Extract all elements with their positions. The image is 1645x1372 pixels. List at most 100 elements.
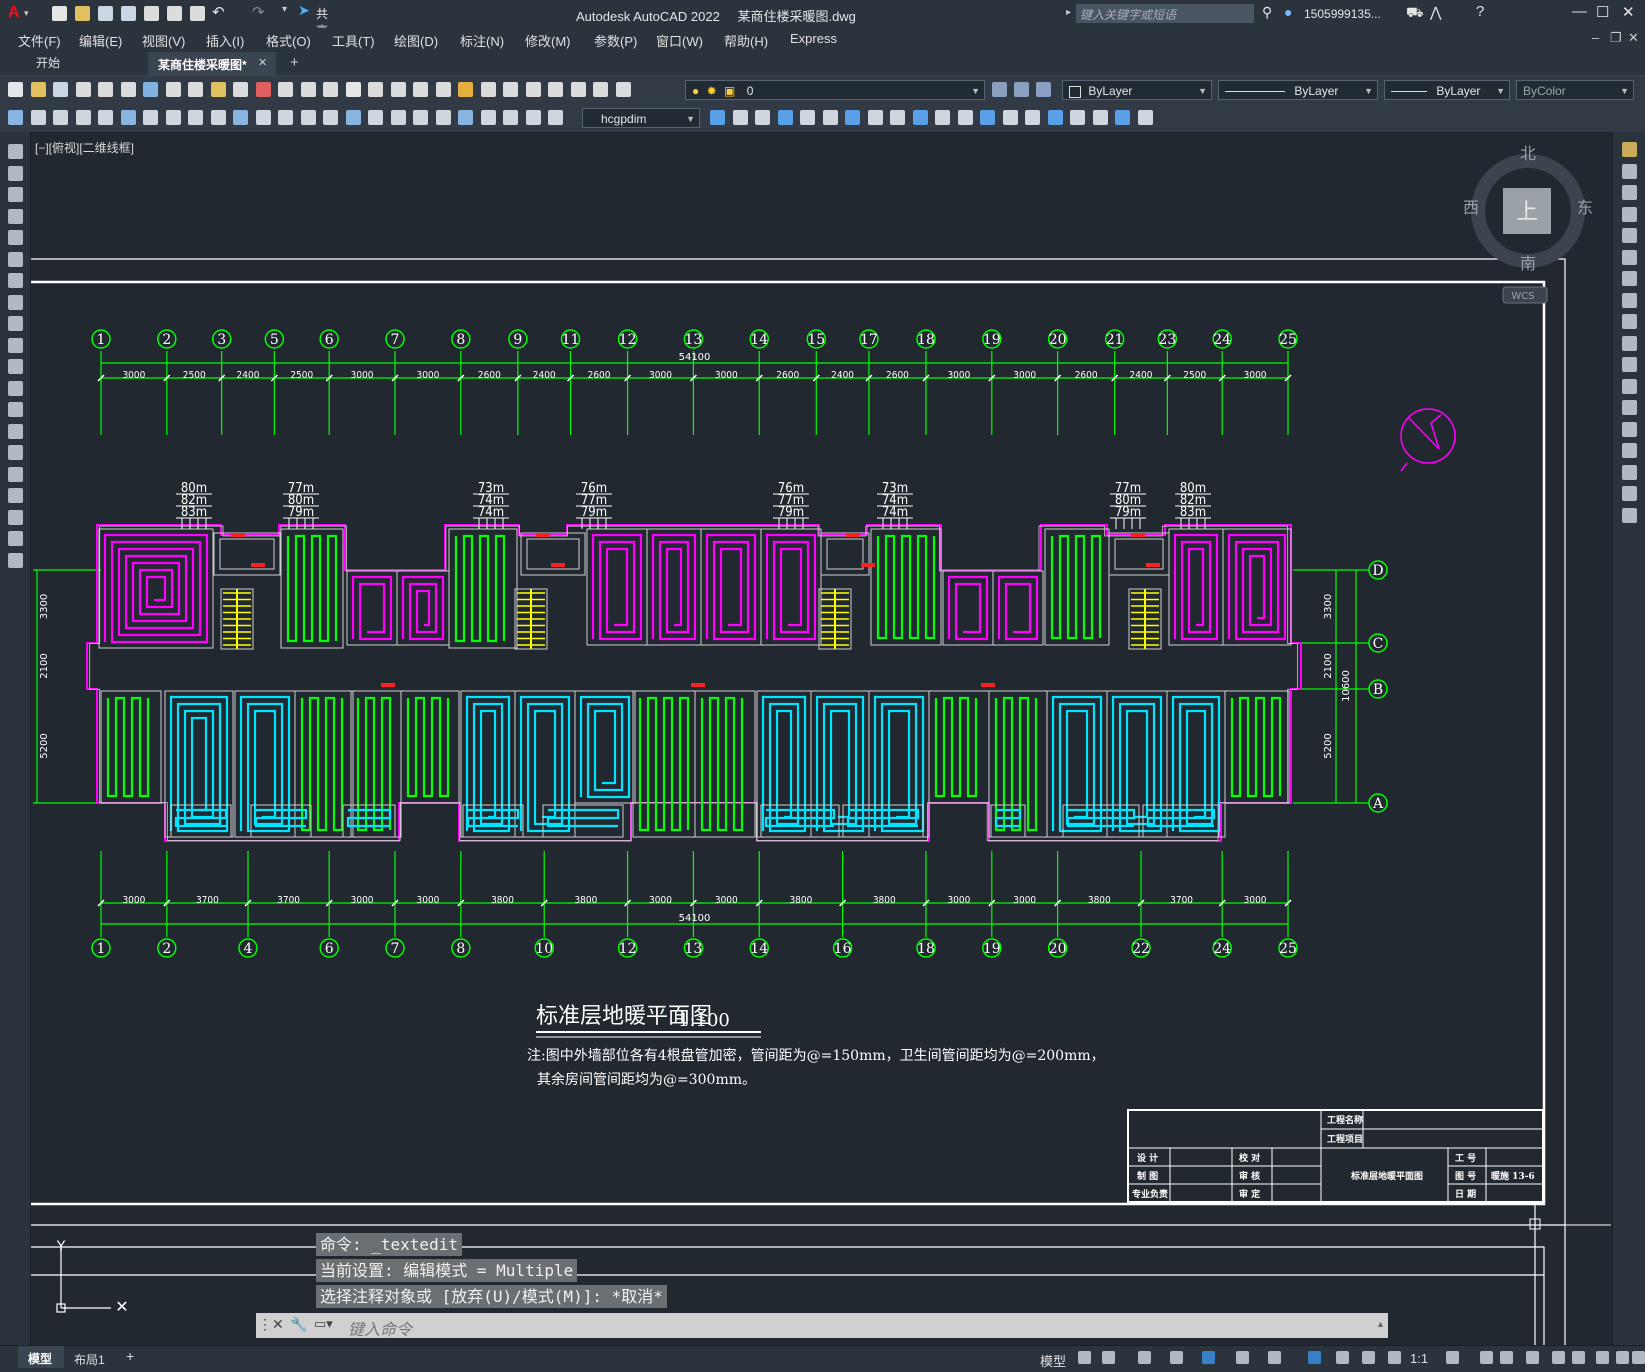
polar-icon[interactable] [1170,1351,1183,1364]
redo-icon[interactable] [300,82,316,97]
polyline-icon[interactable] [8,187,23,202]
command-close-icon[interactable]: ⋮✕ [258,1316,284,1333]
zoom-previous-icon[interactable] [390,82,406,97]
new-file-icon[interactable] [52,6,67,21]
offset-icon[interactable] [1622,206,1637,222]
add-selected-icon[interactable] [8,552,23,568]
snap-icon[interactable] [1102,1351,1115,1364]
save-as-icon[interactable] [121,6,136,21]
modify-tool-19-icon[interactable] [1137,110,1153,125]
menu-tools[interactable]: 工具(T) [332,31,375,50]
modify-tool-13-icon[interactable] [1002,110,1018,125]
layer-match-icon[interactable] [1014,82,1029,97]
menu-dimension[interactable]: 标注(N) [460,31,504,50]
circle-icon[interactable] [8,273,23,288]
autocad-logo-icon[interactable]: A [8,4,20,22]
grid-icon[interactable] [1078,1351,1091,1364]
design-center-icon[interactable] [435,82,451,97]
markup-icon[interactable] [503,82,518,97]
customize-qat-icon[interactable]: ▾ [282,4,287,15]
copy-icon[interactable] [188,82,203,97]
plot-icon[interactable] [120,82,136,97]
dimension-tool-3-icon[interactable] [75,110,91,125]
annotation-monitor-icon[interactable] [1480,1351,1493,1364]
redo-icon[interactable]: ↷ [252,3,265,21]
model-space-button[interactable]: 模型 [1040,1351,1066,1370]
tab-layout1[interactable]: 布局1 [74,1351,105,1368]
stretch-icon[interactable] [1622,314,1637,329]
units-icon[interactable] [1500,1351,1513,1364]
new-icon[interactable] [8,82,23,97]
dimension-tool-13-icon[interactable] [300,110,316,125]
modify-tool-14-icon[interactable] [1025,110,1040,125]
command-customize-icon[interactable]: 🔧 [290,1316,307,1333]
rectangle-icon[interactable] [8,230,23,245]
point-icon[interactable] [8,423,23,439]
dimension-tool-12-icon[interactable] [278,110,293,125]
modify-tool-1-icon[interactable] [732,110,748,125]
new-tab-button[interactable]: + [290,54,299,71]
modify-tool-3-icon[interactable] [777,110,793,125]
spline-icon[interactable] [8,316,23,331]
wcs-label[interactable]: WCS [1511,291,1534,302]
modify-tool-17-icon[interactable] [1092,110,1108,125]
insert-block-icon[interactable] [8,380,23,396]
modify-tool-9-icon[interactable] [912,110,928,125]
tab-active-drawing[interactable]: 某商住楼采暖图* ✕ [148,52,276,75]
save-icon[interactable] [53,82,68,97]
gradient-icon[interactable] [8,466,23,482]
doc-minimize-button[interactable]: – [1592,30,1599,45]
menu-express[interactable]: Express [790,31,837,46]
lineweight-dropdown[interactable]: ByLayer ▼ [1384,80,1510,100]
dimension-tool-5-icon[interactable] [120,110,136,125]
maximize-button[interactable]: ☐ [1596,3,1609,21]
help-search-input[interactable]: 键入关键字或短语 [1076,4,1254,23]
line-icon[interactable] [8,144,23,159]
menu-draw[interactable]: 绘图(D) [394,31,438,50]
modify-tool-18-icon[interactable] [1115,110,1130,125]
dimension-tool-6-icon[interactable] [143,110,158,125]
paste-icon[interactable] [210,82,226,97]
ortho-icon[interactable] [1138,1351,1151,1364]
layer-properties-icon[interactable] [570,82,586,97]
scale-icon[interactable] [1622,292,1637,308]
dimension-tool-16-icon[interactable] [368,110,383,125]
modify-tool-16-icon[interactable] [1070,110,1085,125]
block-editor-icon[interactable] [255,82,271,97]
publish-icon[interactable] [144,6,159,21]
dimstyle-dropdown[interactable]: hcgpdim ▼ [582,108,700,128]
publish-icon[interactable] [143,82,158,97]
dimension-tool-0-icon[interactable] [8,110,23,125]
menu-parametric[interactable]: 参数(P) [594,31,637,50]
menu-help[interactable]: 帮助(H) [724,31,768,50]
close-button[interactable]: ✕ [1622,3,1635,21]
dimension-tool-10-icon[interactable] [233,110,248,125]
join-icon[interactable] [1622,421,1637,437]
table-icon[interactable] [8,509,23,525]
dimension-tool-4-icon[interactable] [98,110,113,125]
dimension-tool-19-icon[interactable] [435,110,451,125]
command-input-bar[interactable]: ⋮✕ 🔧 ▭▾ 键入命令 ▲ [256,1313,1388,1339]
extend-icon[interactable] [1622,357,1637,372]
copy-object-icon[interactable] [1622,163,1637,179]
properties-icon[interactable] [413,82,428,97]
zoom-realtime-icon[interactable] [345,82,361,97]
tab-close-icon[interactable]: ✕ [258,56,267,69]
auto-scale-icon[interactable] [1388,1351,1401,1364]
modify-tool-7-icon[interactable] [867,110,883,125]
help-icon[interactable] [548,82,563,97]
plotstyle-dropdown[interactable]: ByColor ▼ [1516,80,1634,100]
match-properties-icon[interactable] [233,82,248,97]
clean-screen-icon[interactable] [1616,1351,1629,1364]
lock-ui-icon[interactable] [1552,1351,1565,1364]
multiline-text-icon[interactable] [8,531,23,546]
modify-tool-10-icon[interactable] [935,110,950,125]
dimension-tool-18-icon[interactable] [413,110,428,125]
save-icon[interactable] [98,6,113,21]
trim-icon[interactable] [1622,335,1637,351]
modify-tool-8-icon[interactable] [890,110,905,125]
annotation-scale[interactable]: 1:1 [1410,1351,1428,1366]
menu-modify[interactable]: 修改(M) [525,31,571,50]
revision-cloud-icon[interactable] [8,294,23,310]
tab-start[interactable]: 开始 [28,53,68,74]
